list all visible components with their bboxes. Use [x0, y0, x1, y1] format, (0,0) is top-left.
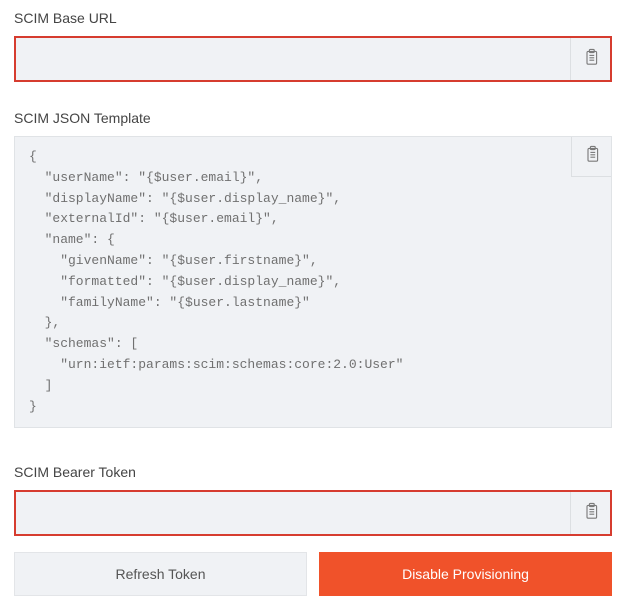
scim-base-url-label: SCIM Base URL — [14, 10, 612, 26]
clipboard-icon — [583, 502, 599, 525]
copy-bearer-token-button[interactable] — [570, 492, 610, 534]
json-template-scroll[interactable]: { "userName": "{$user.email}", "displayN… — [15, 137, 611, 427]
scim-json-template-label: SCIM JSON Template — [14, 110, 612, 126]
clipboard-icon — [584, 145, 600, 168]
scim-bearer-token-value — [16, 492, 570, 534]
scim-bearer-token-field — [14, 490, 612, 536]
scim-base-url-field — [14, 36, 612, 82]
clipboard-icon — [583, 48, 599, 71]
action-buttons-row: Refresh Token Disable Provisioning — [14, 552, 612, 596]
scim-bearer-token-label: SCIM Bearer Token — [14, 464, 612, 480]
disable-provisioning-button[interactable]: Disable Provisioning — [319, 552, 612, 596]
scim-settings-panel: SCIM Base URL SCIM JSON Template { "user… — [0, 0, 626, 616]
copy-base-url-button[interactable] — [570, 38, 610, 80]
copy-json-template-button[interactable] — [571, 137, 611, 177]
refresh-token-button[interactable]: Refresh Token — [14, 552, 307, 596]
json-template-code: { "userName": "{$user.email}", "displayN… — [29, 147, 611, 417]
scim-base-url-value — [16, 38, 570, 80]
scim-json-template-field: { "userName": "{$user.email}", "displayN… — [14, 136, 612, 428]
